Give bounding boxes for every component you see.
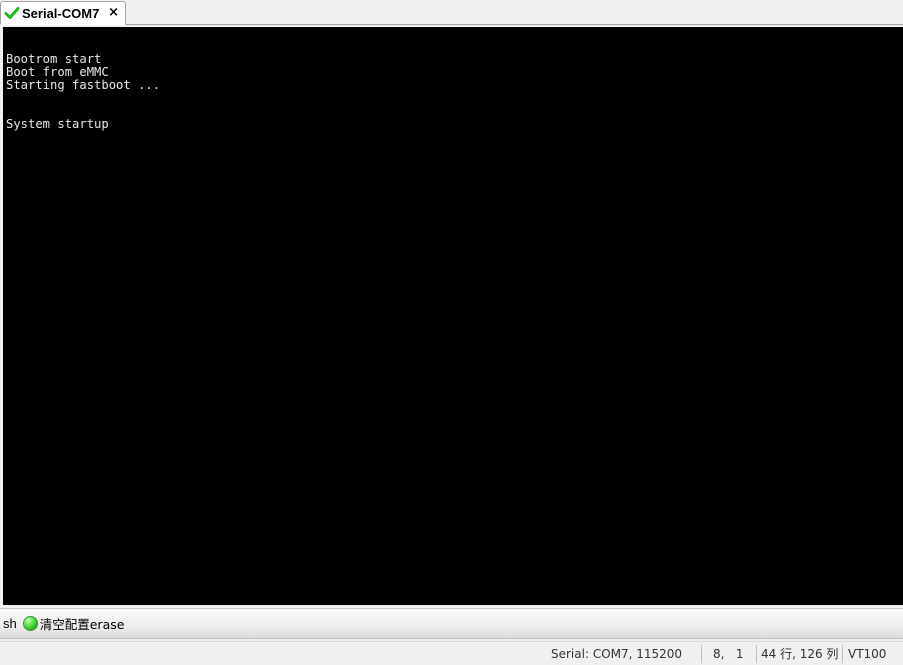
status-terminal-size: 44 行, 126 列: [761, 647, 839, 661]
green-led-icon: [22, 616, 38, 631]
tab-close-icon[interactable]: ×: [108, 5, 119, 21]
status-bar: Serial: COM7, 115200 8, 1 44 行, 126 列 VT…: [0, 641, 903, 665]
terminal-line: System startup: [6, 117, 109, 131]
erase-config-label: 清空配置erase: [39, 617, 125, 632]
terminal-frame: Bootrom start Boot from eMMC Starting fa…: [0, 25, 903, 607]
check-icon: [4, 7, 20, 19]
status-divider: [842, 645, 843, 663]
tab-label: Serial-COM7: [22, 5, 100, 21]
terminal-line: Starting fastboot ...: [6, 78, 161, 92]
status-cursor-position: 8, 1: [713, 647, 744, 661]
erase-config-button[interactable]: 清空配置erase: [22, 614, 125, 633]
securecrt-window: Serial-COM7 × Bootrom start Boot from eM…: [0, 0, 903, 665]
command-bar-session-label[interactable]: sh: [3, 616, 17, 631]
terminal-line: Bootrom start: [6, 52, 102, 66]
terminal-output[interactable]: Bootrom start Boot from eMMC Starting fa…: [3, 27, 903, 605]
status-terminal-type: VT100: [848, 647, 887, 661]
status-connection: Serial: COM7, 115200: [551, 647, 683, 661]
command-button-bar: sh 清空配置erase: [0, 608, 903, 639]
session-tab-serial-com7[interactable]: Serial-COM7 ×: [0, 1, 126, 25]
status-divider: [701, 645, 702, 663]
session-tab-strip: Serial-COM7 ×: [0, 0, 903, 25]
status-divider: [756, 645, 757, 663]
